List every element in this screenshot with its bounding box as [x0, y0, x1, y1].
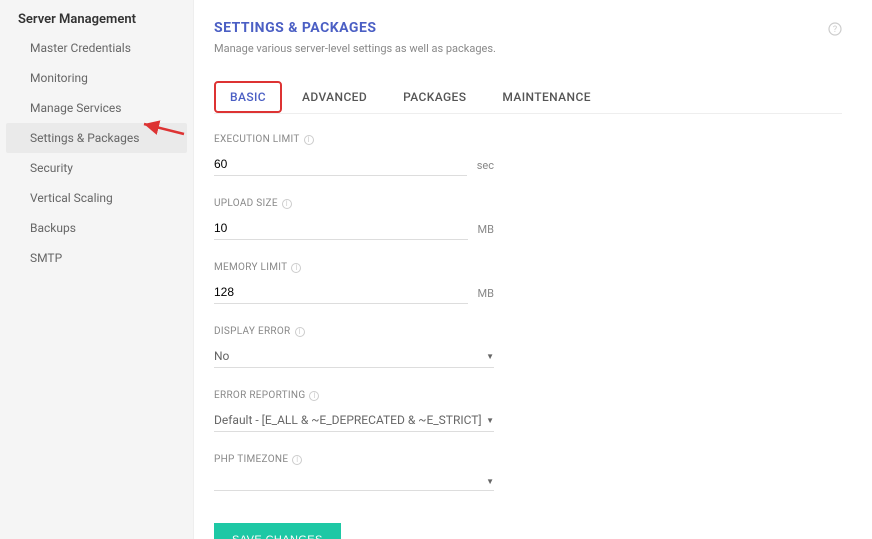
page-subtitle: Manage various server-level settings as …	[214, 42, 842, 55]
select-value: Default - [E_ALL & ~E_DEPRECATED & ~E_ST…	[214, 413, 482, 427]
label-text: DISPLAY ERROR	[214, 326, 291, 337]
label-error-reporting: ERROR REPORTING i	[214, 390, 494, 401]
caret-down-icon: ▼	[486, 416, 494, 425]
label-text: PHP TIMEZONE	[214, 454, 288, 465]
info-icon[interactable]: i	[291, 263, 301, 273]
main-content: ? SETTINGS & PACKAGES Manage various ser…	[193, 0, 872, 539]
tab-packages[interactable]: PACKAGES	[387, 81, 482, 113]
info-icon[interactable]: i	[309, 391, 319, 401]
select-php-timezone[interactable]: ▼	[214, 473, 494, 491]
unit-sec: sec	[477, 159, 494, 176]
label-php-timezone: PHP TIMEZONE i	[214, 454, 494, 465]
svg-text:?: ?	[833, 25, 837, 35]
tab-advanced[interactable]: ADVANCED	[286, 81, 383, 113]
info-icon[interactable]: i	[295, 327, 305, 337]
field-execution-limit: EXECUTION LIMIT i sec	[214, 134, 494, 176]
input-upload-size[interactable]	[214, 217, 468, 240]
info-icon[interactable]: i	[304, 135, 314, 145]
label-memory-limit: MEMORY LIMIT i	[214, 262, 494, 273]
sidebar: Server Management Master Credentials Mon…	[0, 0, 193, 539]
label-text: MEMORY LIMIT	[214, 262, 287, 273]
select-display-error[interactable]: No ▼	[214, 345, 494, 368]
sidebar-title: Server Management	[0, 8, 193, 33]
unit-mb: MB	[478, 223, 494, 240]
sidebar-item-manage-services[interactable]: Manage Services	[0, 93, 193, 123]
label-display-error: DISPLAY ERROR i	[214, 326, 494, 337]
caret-down-icon: ▼	[486, 352, 494, 361]
save-button[interactable]: SAVE CHANGES	[214, 523, 341, 539]
label-text: ERROR REPORTING	[214, 390, 305, 401]
tab-basic[interactable]: BASIC	[214, 81, 282, 113]
unit-mb: MB	[478, 287, 494, 304]
input-execution-limit[interactable]	[214, 153, 467, 176]
caret-down-icon: ▼	[486, 477, 494, 486]
label-execution-limit: EXECUTION LIMIT i	[214, 134, 494, 145]
field-php-timezone: PHP TIMEZONE i ▼	[214, 454, 494, 491]
label-text: EXECUTION LIMIT	[214, 134, 300, 145]
select-error-reporting[interactable]: Default - [E_ALL & ~E_DEPRECATED & ~E_ST…	[214, 409, 494, 432]
select-value: No	[214, 349, 229, 363]
sidebar-item-monitoring[interactable]: Monitoring	[0, 63, 193, 93]
input-memory-limit[interactable]	[214, 281, 468, 304]
sidebar-item-security[interactable]: Security	[0, 153, 193, 183]
tabs: BASIC ADVANCED PACKAGES MAINTENANCE	[214, 81, 842, 114]
sidebar-item-backups[interactable]: Backups	[0, 213, 193, 243]
field-display-error: DISPLAY ERROR i No ▼	[214, 326, 494, 368]
label-upload-size: UPLOAD SIZE i	[214, 198, 494, 209]
help-icon[interactable]: ?	[828, 22, 842, 40]
sidebar-item-master-credentials[interactable]: Master Credentials	[0, 33, 193, 63]
info-icon[interactable]: i	[292, 455, 302, 465]
sidebar-item-vertical-scaling[interactable]: Vertical Scaling	[0, 183, 193, 213]
field-error-reporting: ERROR REPORTING i Default - [E_ALL & ~E_…	[214, 390, 494, 432]
field-memory-limit: MEMORY LIMIT i MB	[214, 262, 494, 304]
sidebar-item-smtp[interactable]: SMTP	[0, 243, 193, 273]
field-upload-size: UPLOAD SIZE i MB	[214, 198, 494, 240]
label-text: UPLOAD SIZE	[214, 198, 278, 209]
sidebar-item-settings-packages[interactable]: Settings & Packages	[6, 123, 187, 153]
info-icon[interactable]: i	[282, 199, 292, 209]
tab-maintenance[interactable]: MAINTENANCE	[486, 81, 607, 113]
page-title: SETTINGS & PACKAGES	[214, 20, 842, 36]
